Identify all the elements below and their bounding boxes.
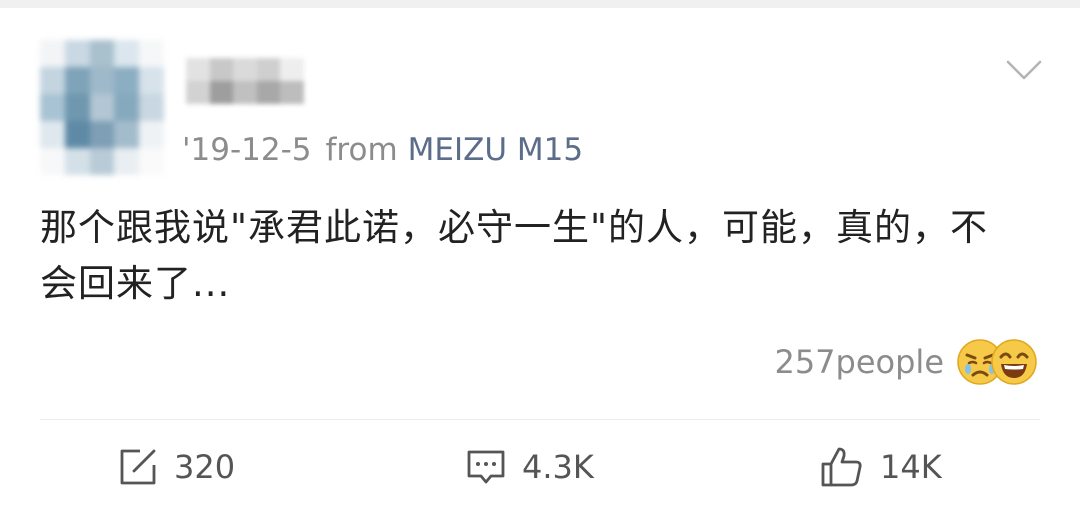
like-count: 14K xyxy=(880,448,942,486)
like-button[interactable]: 14K xyxy=(820,443,942,491)
avatar[interactable] xyxy=(40,40,164,175)
username-blurred[interactable] xyxy=(186,58,304,104)
top-strip xyxy=(0,0,1080,8)
comment-count: 4.3K xyxy=(522,448,594,486)
reaction-emojis xyxy=(956,336,1040,388)
divider xyxy=(40,419,1040,420)
forward-count: 320 xyxy=(174,448,236,486)
reaction-count: 257people xyxy=(774,343,944,381)
forward-button[interactable]: 320 xyxy=(118,443,235,491)
reactions-summary[interactable]: 257people xyxy=(774,336,1040,388)
device-link[interactable]: MEIZU M15 xyxy=(408,132,583,168)
post-content: 那个跟我说"承君此诺，必守一生"的人，可能，真的，不会回来了... xyxy=(40,206,989,305)
post-meta: '19-12-5 from MEIZU M15 xyxy=(182,130,583,170)
share-icon xyxy=(120,449,156,485)
from-label: from xyxy=(325,132,398,168)
laughing-face-icon xyxy=(991,339,1037,385)
comment-icon xyxy=(467,450,505,484)
post-date: '19-12-5 xyxy=(182,132,312,168)
thumbs-up-icon xyxy=(821,447,862,487)
comment-button[interactable]: 4.3K xyxy=(466,443,594,491)
chevron-down-icon[interactable] xyxy=(1004,56,1044,84)
